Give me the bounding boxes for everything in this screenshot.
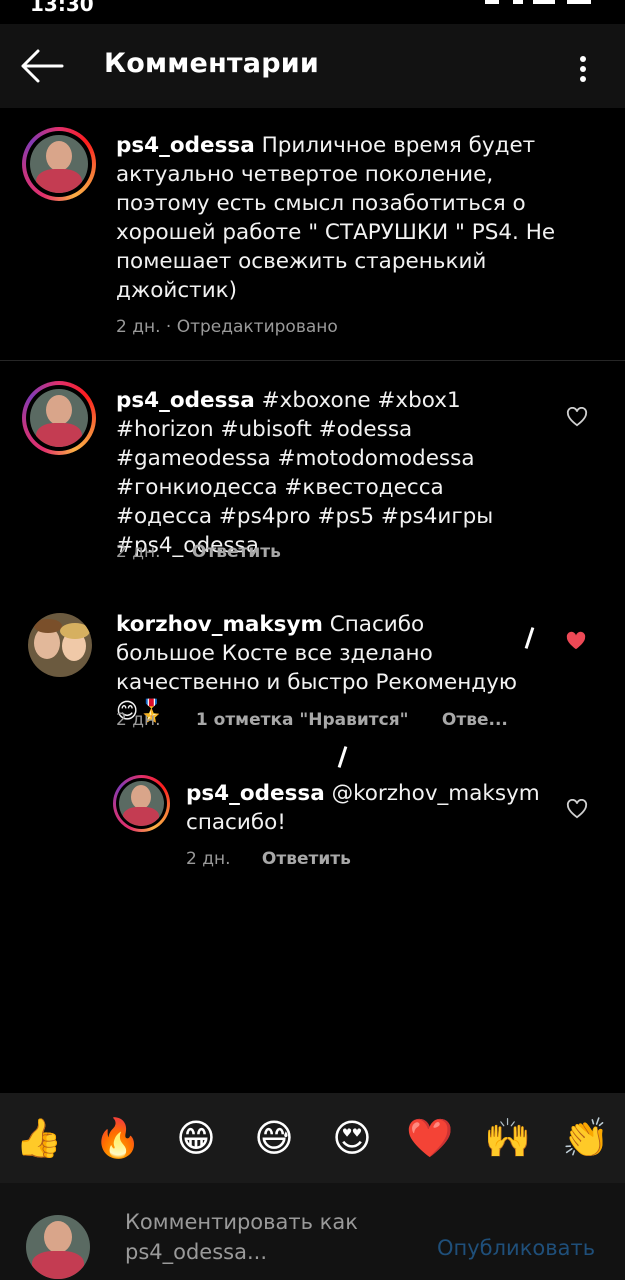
- comment-username[interactable]: ps4_odessa: [116, 133, 255, 158]
- comment-meta: 2 дн. · Отредактировано: [116, 317, 338, 337]
- publish-button[interactable]: Опубликовать: [437, 1236, 595, 1260]
- annotation-mark: [524, 627, 535, 649]
- reply-button[interactable]: Ответить: [262, 849, 351, 869]
- likes-count-link[interactable]: 1 отметка "Нравится": [196, 710, 409, 730]
- emoji-heart-eyes[interactable]: 😍: [327, 1113, 377, 1163]
- avatar[interactable]: [22, 127, 96, 201]
- comment: ps4_odessa #xboxone #xbox1 #horizon #ubi…: [116, 386, 546, 560]
- heart-outline-icon[interactable]: [566, 407, 588, 427]
- more-options-button[interactable]: [570, 50, 596, 84]
- status-bar: 13:30: [0, 0, 625, 24]
- heart-filled-icon[interactable]: [565, 631, 587, 651]
- page-title: Комментарии: [104, 48, 319, 79]
- comment-composer: Комментировать как ps4_odessa... Опублик…: [0, 1183, 625, 1280]
- avatar[interactable]: [22, 381, 96, 455]
- arrow-left-icon: [21, 49, 64, 83]
- emoji-quick-bar: 👍 🔥 😁 😅 😍 ❤️ 🙌 👏: [0, 1093, 625, 1183]
- emoji-raised-hands[interactable]: 🙌: [483, 1113, 533, 1163]
- heart-outline-icon[interactable]: [566, 799, 588, 819]
- comment-username[interactable]: korzhov_maksym: [116, 612, 323, 637]
- comment-time: 2 дн.: [116, 710, 161, 730]
- comment-text: #xboxone #xbox1 #horizon #ubisoft #odess…: [116, 388, 494, 558]
- comment-caption: ps4_odessa Приличное время будет актуаль…: [116, 131, 556, 305]
- edited-label: · Отредактировано: [165, 317, 338, 337]
- comment-username[interactable]: ps4_odessa: [116, 388, 255, 413]
- comment-input[interactable]: Комментировать как ps4_odessa...: [125, 1207, 385, 1267]
- divider: [0, 360, 625, 361]
- emoji-clap[interactable]: 👏: [561, 1113, 611, 1163]
- comment-meta: 2 дн. 1 отметка "Нравится" Отве...: [116, 710, 508, 730]
- comment: korzhov_maksym Спасибо большое Косте все…: [116, 610, 526, 726]
- reply-comment: ps4_odessa @korzhov_maksym спасибо!: [186, 779, 546, 837]
- comment-meta: 2 дн. Ответить: [116, 542, 281, 562]
- more-vertical-icon: [580, 56, 586, 62]
- header-bar: Комментарии: [0, 24, 625, 108]
- emoji-fire[interactable]: 🔥: [93, 1113, 143, 1163]
- comment-username[interactable]: ps4_odessa: [186, 781, 325, 806]
- emoji-thumbs-up[interactable]: 👍: [14, 1113, 64, 1163]
- emoji-heart[interactable]: ❤️: [405, 1113, 455, 1163]
- comment-time: 2 дн.: [186, 849, 231, 869]
- comment-time: 2 дн.: [116, 317, 161, 337]
- emoji-grin[interactable]: 😁: [171, 1113, 221, 1163]
- back-button[interactable]: [18, 46, 66, 86]
- comment-text: Приличное время будет актуально четверто…: [116, 133, 556, 303]
- annotation-mark: [337, 746, 348, 768]
- status-time: 13:30: [30, 0, 94, 16]
- reply-button[interactable]: Ответить: [192, 542, 281, 562]
- comment-meta: 2 дн. Ответить: [186, 849, 351, 869]
- avatar: [26, 1215, 90, 1279]
- reply-button[interactable]: Отве...: [442, 710, 508, 730]
- status-icons: [477, 0, 597, 6]
- comment-time: 2 дн.: [116, 542, 161, 562]
- avatar[interactable]: [113, 775, 170, 832]
- avatar[interactable]: [28, 613, 92, 677]
- emoji-sweat-smile[interactable]: 😅: [249, 1113, 299, 1163]
